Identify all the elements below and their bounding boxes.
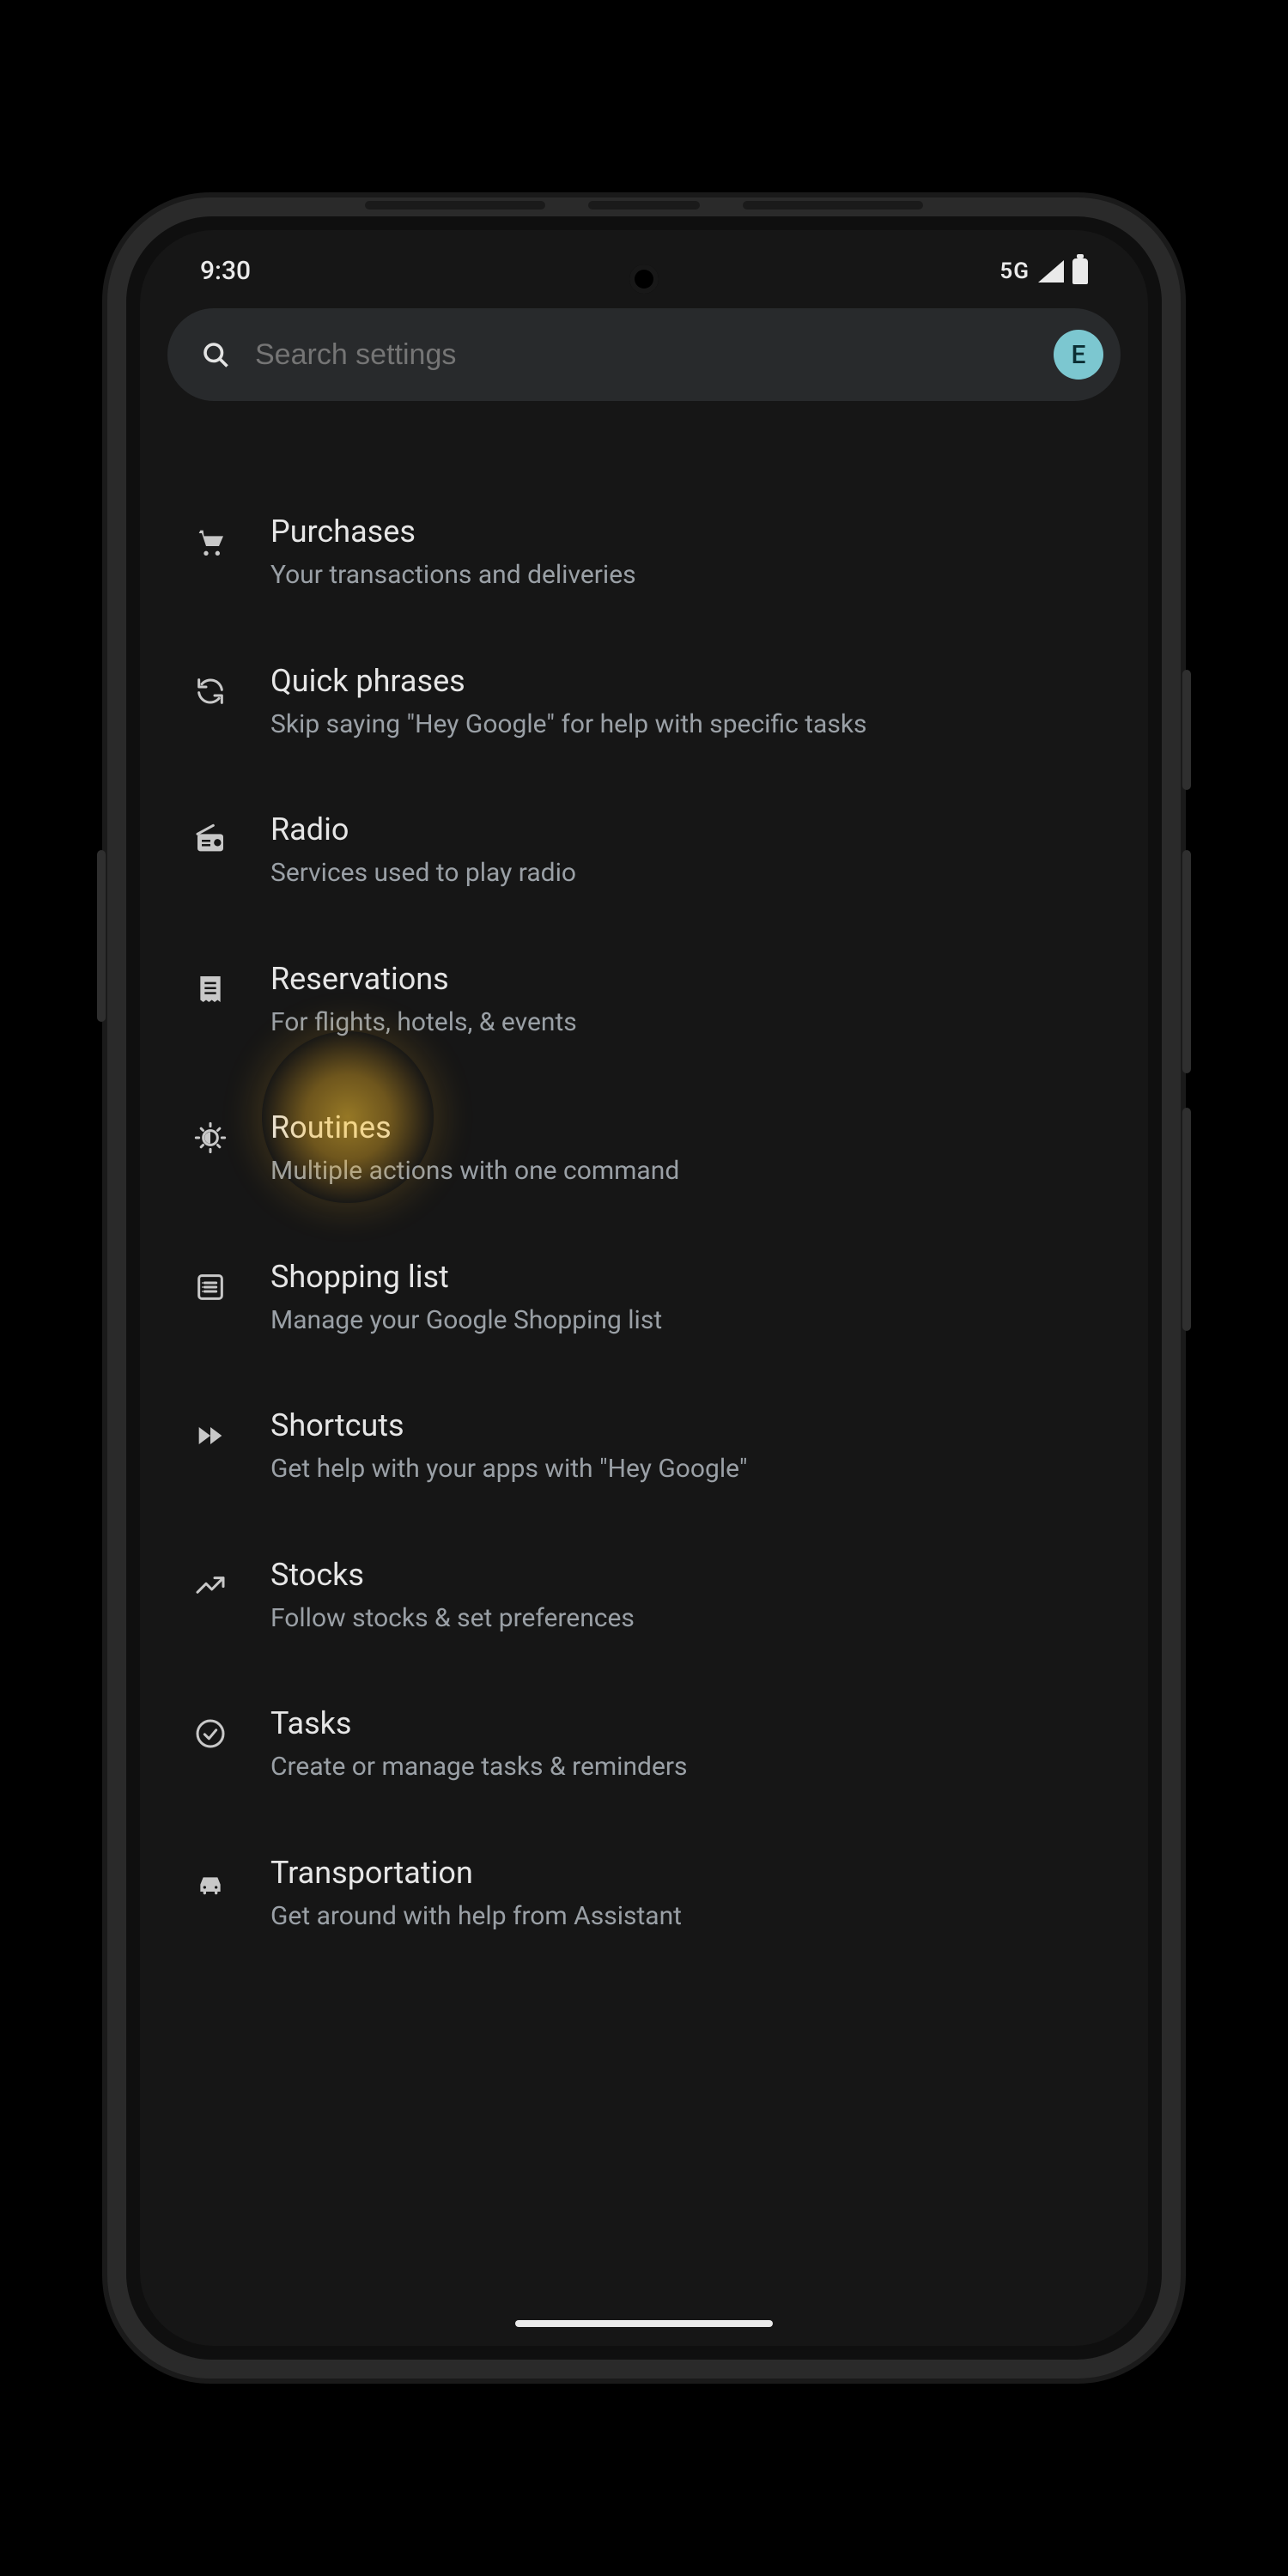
search-icon <box>200 339 231 370</box>
settings-item-subtitle: Get around with help from Assistant <box>270 1899 975 1935</box>
car-icon <box>185 1857 236 1909</box>
settings-item-routines[interactable]: Routines Multiple actions with one comman… <box>167 1074 1121 1224</box>
trend-up-icon <box>185 1559 236 1611</box>
settings-item-purchases[interactable]: Purchases Your transactions and deliverie… <box>167 478 1121 628</box>
battery-icon <box>1072 258 1088 284</box>
settings-item-subtitle: For flights, hotels, & events <box>270 1005 975 1041</box>
check-circle-icon <box>185 1708 236 1759</box>
speaker-groove <box>588 201 700 210</box>
status-right: 5G <box>999 258 1088 284</box>
speaker-groove <box>743 201 923 210</box>
settings-item-texts: Radio Services used to play radio <box>270 811 1103 891</box>
fast-forward-icon <box>185 1410 236 1461</box>
receipt-icon <box>185 963 236 1015</box>
settings-item-radio[interactable]: Radio Services used to play radio <box>167 776 1121 926</box>
settings-item-quick-phrases[interactable]: Quick phrases Skip saying "Hey Google" fo… <box>167 628 1121 777</box>
radio-icon <box>185 814 236 866</box>
settings-item-subtitle: Multiple actions with one command <box>270 1154 975 1189</box>
screen: 9:30 5G E PurchasesYour transac <box>140 230 1148 2346</box>
settings-item-title: Quick phrases <box>270 662 1103 701</box>
settings-item-title: Shopping list <box>270 1258 1103 1297</box>
settings-item-texts: Transportation Get around with help from … <box>270 1854 1103 1935</box>
settings-item-texts: Quick phrases Skip saying "Hey Google" fo… <box>270 662 1103 743</box>
settings-item-texts: Routines Multiple actions with one comman… <box>270 1109 1103 1189</box>
settings-item-title: Purchases <box>270 513 1103 551</box>
power-button <box>1182 670 1191 790</box>
settings-item-shopping-list[interactable]: Shopping list Manage your Google Shopping… <box>167 1224 1121 1373</box>
settings-item-transportation[interactable]: Transportation Get around with help from … <box>167 1820 1121 1969</box>
settings-item-title: Routines <box>270 1109 1103 1147</box>
settings-item-texts: Shortcuts Get help with your apps with "H… <box>270 1406 1103 1487</box>
refresh-icon <box>185 665 236 717</box>
settings-item-subtitle: Create or manage tasks & reminders <box>270 1750 975 1785</box>
settings-item-texts: Purchases Your transactions and deliverie… <box>270 513 1103 593</box>
settings-item-title: Reservations <box>270 960 1103 999</box>
settings-item-title: Transportation <box>270 1854 1103 1893</box>
settings-item-title: Shortcuts <box>270 1406 1103 1445</box>
volume-up-button <box>1182 850 1191 1073</box>
network-label: 5G <box>999 258 1030 284</box>
status-time: 9:30 <box>200 256 251 286</box>
volume-down-button <box>1182 1108 1191 1331</box>
search-input[interactable] <box>255 338 1030 372</box>
avatar-initial: E <box>1072 340 1086 370</box>
settings-item-title: Tasks <box>270 1704 1103 1743</box>
speaker-groove <box>365 201 545 210</box>
settings-item-texts: Stocks Follow stocks & set preferences <box>270 1556 1103 1637</box>
settings-item-title: Stocks <box>270 1556 1103 1595</box>
settings-item-tasks[interactable]: Tasks Create or manage tasks & reminders <box>167 1670 1121 1820</box>
home-indicator[interactable] <box>515 2320 773 2327</box>
phone-frame: 9:30 5G E PurchasesYour transac <box>107 197 1181 2379</box>
settings-item-subtitle: Get help with your apps with "Hey Google… <box>270 1452 975 1487</box>
settings-item-subtitle: Follow stocks & set preferences <box>270 1601 975 1637</box>
settings-item-reservations[interactable]: Reservations For flights, hotels, & event… <box>167 926 1121 1075</box>
settings-item-subtitle: Your transactions and deliveries <box>270 558 975 593</box>
settings-item-subtitle: Skip saying "Hey Google" for help with s… <box>270 708 975 743</box>
signal-icon <box>1038 260 1064 283</box>
front-camera <box>629 264 659 294</box>
settings-item-texts: Shopping list Manage your Google Shopping… <box>270 1258 1103 1339</box>
settings-item-subtitle: Services used to play radio <box>270 856 975 891</box>
settings-item-subtitle: Manage your Google Shopping list <box>270 1303 975 1339</box>
settings-item-texts: Tasks Create or manage tasks & reminders <box>270 1704 1103 1785</box>
settings-item-texts: Reservations For flights, hotels, & event… <box>270 960 1103 1041</box>
settings-item-shortcuts[interactable]: Shortcuts Get help with your apps with "H… <box>167 1372 1121 1522</box>
settings-list: Purchases Your transactions and deliverie… <box>140 401 1148 1968</box>
sun-gear-icon <box>185 1112 236 1163</box>
settings-item-title: Radio <box>270 811 1103 849</box>
cart-icon <box>185 516 236 568</box>
phone-bezel: 9:30 5G E PurchasesYour transac <box>126 216 1162 2360</box>
avatar[interactable]: E <box>1054 330 1103 380</box>
search-bar[interactable]: E <box>167 308 1121 401</box>
side-switch <box>97 850 106 1022</box>
list-box-icon <box>185 1261 236 1313</box>
settings-item-stocks[interactable]: Stocks Follow stocks & set preferences <box>167 1522 1121 1671</box>
